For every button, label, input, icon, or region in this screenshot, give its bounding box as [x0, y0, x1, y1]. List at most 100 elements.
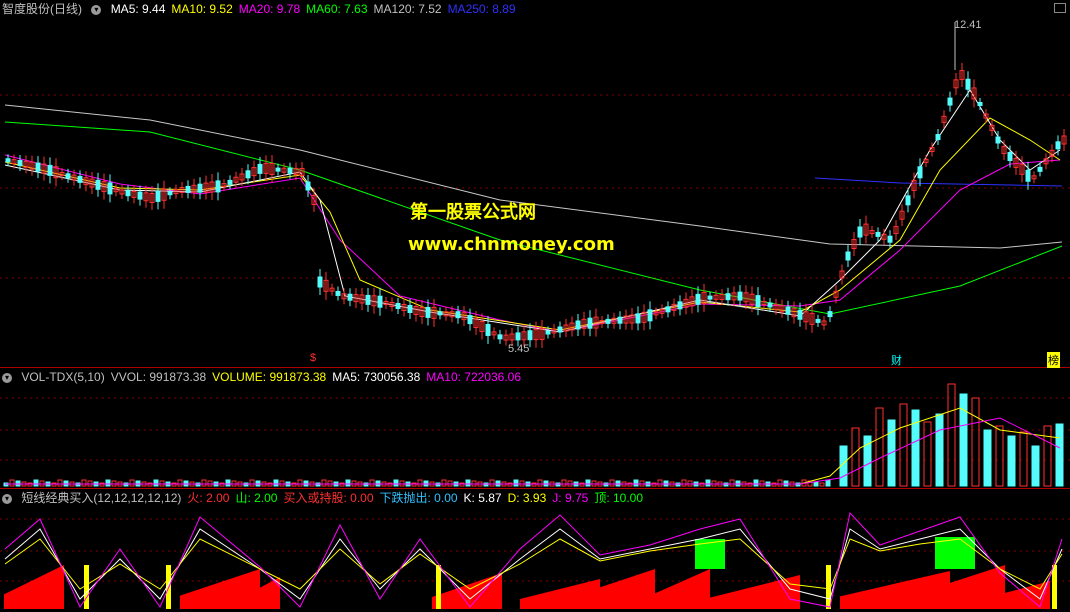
indicator-legend-item-3: 买入或持股: 0.00	[283, 491, 374, 505]
candle-body	[827, 311, 833, 318]
volume-bar	[417, 479, 423, 487]
candle-body	[995, 136, 1001, 144]
event-marker-dollar[interactable]: $	[310, 352, 316, 364]
volume-bar	[813, 481, 819, 487]
candle-body	[785, 306, 791, 315]
candle-body	[1007, 152, 1013, 162]
stock-title: 智度股份(日线)	[2, 2, 82, 16]
candle-body	[545, 330, 551, 335]
ma-legend-item-2: MA20: 9.78	[238, 2, 301, 16]
volume-bar	[225, 479, 231, 487]
maximize-icon[interactable]	[1054, 3, 1066, 13]
watermark-url: www.chnmoney.com	[408, 234, 615, 255]
candle-body	[935, 134, 941, 141]
ma250-line	[814, 177, 1063, 187]
volume-settings-icon[interactable]: ▾	[2, 372, 12, 383]
candle-body	[977, 102, 983, 106]
signal-yellow-bar	[826, 565, 831, 609]
candle-body	[17, 159, 23, 166]
volume-bar	[129, 479, 135, 487]
volume-bar	[819, 482, 825, 487]
volume-bar	[1055, 423, 1064, 487]
indicator-chart-panel[interactable]: ▾ 短线经典买入(12,12,12,12,12) 火: 2.00 山: 2.00 买入…	[0, 489, 1070, 612]
volume-bar	[983, 429, 992, 487]
candle-body	[755, 295, 761, 308]
indicator-legend: 短线经典买入(12,12,12,12,12) 火: 2.00 山: 2.00 买入或持…	[21, 491, 649, 505]
candle-body	[347, 293, 353, 301]
candle-body	[227, 179, 233, 185]
candle-body	[185, 185, 191, 193]
price-chart-panel[interactable]: 智度股份(日线) ▾ MA5: 9.44 MA10: 9.52 MA20: 9.78…	[0, 0, 1070, 368]
candle-body	[605, 318, 611, 324]
volume-chart-panel[interactable]: ▾ VOL-TDX(5,10) VVOL: 991873.38 VOLUME: 99…	[0, 368, 1070, 489]
candle-body	[365, 294, 371, 305]
volume-header: ▾ VOL-TDX(5,10) VVOL: 991873.38 VOLUME: 99…	[2, 369, 533, 385]
ma-legend-item-1: MA10: 9.52	[171, 2, 233, 16]
candle-body	[1055, 141, 1061, 150]
volume-bar	[345, 479, 351, 487]
event-marker-rank[interactable]: 榜	[1047, 352, 1060, 368]
high-price-label: 12.41	[954, 19, 982, 31]
volume-bar	[57, 479, 63, 487]
candle-body	[215, 180, 221, 193]
volume-legend-item-3: MA5: 730056.38	[332, 370, 421, 384]
volume-bar	[1043, 425, 1052, 487]
volume-bar	[899, 403, 908, 487]
volume-ma5-line	[5, 407, 1061, 485]
volume-legend-item-1: VVOL: 991873.38	[110, 370, 207, 384]
signal-yellow-bar	[1052, 565, 1057, 609]
volume-bar	[705, 479, 711, 487]
volume-bar	[1019, 431, 1028, 487]
volume-bar	[465, 479, 471, 487]
candle-body	[737, 291, 743, 301]
candle-body	[167, 191, 173, 196]
volume-legend: VOL-TDX(5,10) VVOL: 991873.38 VOLUME: 9918…	[21, 370, 527, 384]
candle-body	[707, 295, 713, 300]
candle-body	[407, 305, 413, 313]
volume-bar	[321, 479, 327, 487]
indicator-settings-icon[interactable]: ▾	[2, 493, 12, 504]
candle-body	[1025, 169, 1031, 182]
ma120-line	[4, 104, 1063, 249]
volume-bar	[585, 479, 591, 487]
event-marker-finance[interactable]: 财	[891, 352, 902, 368]
candle-body	[437, 311, 443, 316]
candle-body	[815, 318, 821, 323]
candle-body	[1037, 166, 1043, 172]
candle-body	[587, 317, 593, 329]
volume-bar	[609, 479, 615, 487]
volume-bar	[729, 479, 735, 487]
indicator-legend-item-1: 火: 2.00	[187, 491, 230, 505]
volume-bar	[81, 479, 87, 487]
indicator-header: ▾ 短线经典买入(12,12,12,12,12) 火: 2.00 山: 2.00 买入…	[2, 490, 655, 506]
ma-legend-item-5: MA250: 8.89	[447, 2, 516, 16]
settings-circle-icon[interactable]: ▾	[91, 4, 102, 15]
volume-chart-svg	[0, 383, 1070, 487]
candle-body	[617, 316, 623, 324]
low-price-label: 5.45	[508, 343, 530, 355]
signal-red-area	[710, 575, 800, 609]
volume-bar	[851, 427, 860, 487]
candle-body	[725, 293, 731, 301]
indicator-legend-item-7: J: 9.75	[552, 491, 589, 505]
candle-body	[395, 303, 401, 309]
candle-body	[155, 190, 161, 202]
candle-body	[125, 190, 131, 197]
candle-body	[797, 309, 803, 320]
signal-yellow-bar	[436, 565, 441, 609]
candle-body	[845, 251, 851, 261]
candle-body	[5, 158, 11, 163]
candle-body	[695, 293, 701, 305]
candle-body	[377, 295, 383, 308]
indicator-chart-svg	[0, 511, 1070, 609]
candle-body	[677, 301, 683, 310]
volume-bar	[153, 479, 159, 487]
volume-bar	[513, 479, 519, 487]
volume-bar	[393, 479, 399, 487]
ma-legend-item-0: MA5: 9.44	[110, 2, 166, 16]
volume-bar	[201, 479, 207, 487]
volume-bar	[9, 479, 15, 487]
candle-body	[257, 163, 263, 174]
candle-body	[47, 164, 53, 176]
candle-body	[965, 78, 971, 90]
